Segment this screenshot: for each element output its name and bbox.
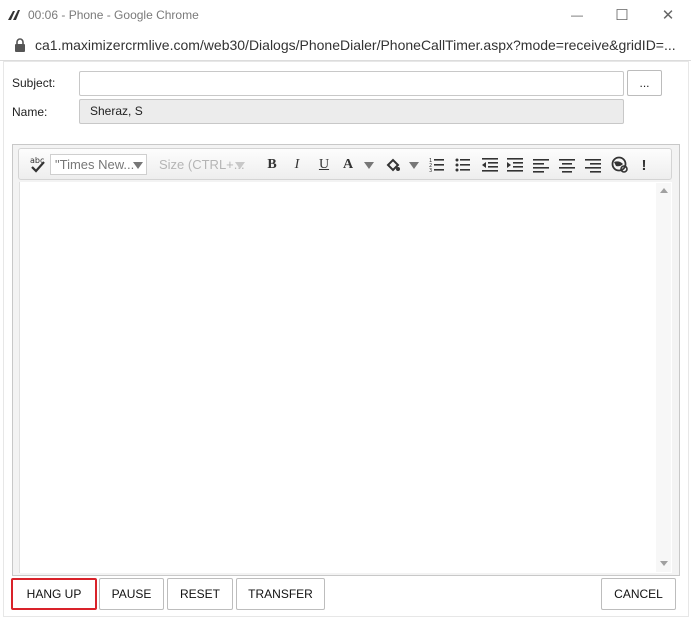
window-title: 00:06 - Phone - Google Chrome	[28, 8, 199, 22]
subject-lookup-button[interactable]: ...	[627, 70, 662, 96]
indent-button[interactable]	[506, 149, 524, 181]
align-left-icon	[533, 159, 549, 173]
name-label: Name:	[12, 105, 48, 119]
spellcheck-icon: abc	[30, 156, 45, 173]
scroll-up-icon[interactable]	[660, 188, 668, 193]
align-center-icon	[559, 159, 575, 173]
underline-button[interactable]: U	[315, 149, 333, 181]
maximize-icon: ☐	[615, 7, 629, 24]
bulleted-list-button[interactable]	[454, 149, 472, 181]
globe-link-icon	[611, 156, 628, 173]
align-left-button[interactable]	[532, 149, 550, 181]
close-window-button[interactable]: ✕	[645, 0, 691, 30]
minimize-icon: —	[571, 8, 583, 22]
subject-label: Subject:	[12, 76, 56, 90]
pause-button[interactable]: PAUSE	[99, 578, 164, 610]
highlight-color-button[interactable]	[383, 149, 403, 181]
subject-input[interactable]	[79, 71, 624, 96]
font-family-dropdown-arrow[interactable]	[131, 149, 145, 181]
paint-bucket-icon	[386, 158, 400, 172]
name-field: Sheraz, S	[79, 99, 624, 124]
font-color-button[interactable]: A	[339, 149, 357, 181]
maximizer-logo-icon	[8, 10, 20, 20]
indent-icon	[507, 158, 523, 172]
outdent-button[interactable]	[481, 149, 499, 181]
maximize-button[interactable]: ☐	[599, 0, 645, 30]
chevron-down-icon	[409, 161, 419, 169]
important-button[interactable]: !	[637, 149, 651, 181]
close-icon: ✕	[661, 7, 675, 24]
spellcheck-button[interactable]: abc	[27, 149, 49, 181]
italic-button[interactable]: I	[288, 149, 306, 181]
font-color-dropdown-arrow[interactable]	[362, 149, 376, 181]
editor-scrollbar[interactable]	[656, 183, 671, 572]
lock-icon	[15, 38, 25, 52]
address-bar[interactable]: ca1.maximizercrmlive.com/web30/Dialogs/P…	[0, 30, 691, 61]
bold-button[interactable]: B	[263, 149, 281, 181]
editor-toolbar: abc "Times New... Size (CTRL+... B I U A…	[18, 148, 672, 180]
reset-button[interactable]: RESET	[167, 578, 233, 610]
align-center-button[interactable]	[558, 149, 576, 181]
outdent-icon	[482, 158, 498, 172]
align-right-button[interactable]	[584, 149, 602, 181]
font-size-placeholder: Size (CTRL+...	[159, 157, 245, 172]
insert-link-button[interactable]	[610, 149, 630, 181]
align-right-icon	[585, 159, 601, 173]
cancel-button[interactable]: CANCEL	[601, 578, 676, 610]
chevron-down-icon	[133, 161, 143, 169]
font-family-value: "Times New...	[55, 157, 135, 172]
scroll-down-icon[interactable]	[660, 561, 668, 566]
numbered-list-icon: 1 2 3	[429, 158, 444, 173]
chevron-down-icon	[364, 161, 374, 169]
chevron-down-icon	[235, 161, 245, 169]
minimize-button[interactable]: —	[554, 0, 600, 30]
font-size-dropdown-arrow[interactable]	[233, 149, 247, 181]
highlight-dropdown-arrow[interactable]	[407, 149, 421, 181]
numbered-list-button[interactable]: 1 2 3	[428, 149, 446, 181]
svg-text:3: 3	[429, 168, 432, 173]
hang-up-button[interactable]: HANG UP	[11, 578, 97, 610]
transfer-button[interactable]: TRANSFER	[236, 578, 325, 610]
bulleted-list-icon	[455, 158, 470, 172]
url-text: ca1.maximizercrmlive.com/web30/Dialogs/P…	[35, 37, 676, 53]
editor-content-area[interactable]	[19, 182, 672, 573]
font-size-select[interactable]: Size (CTRL+...	[159, 157, 245, 172]
